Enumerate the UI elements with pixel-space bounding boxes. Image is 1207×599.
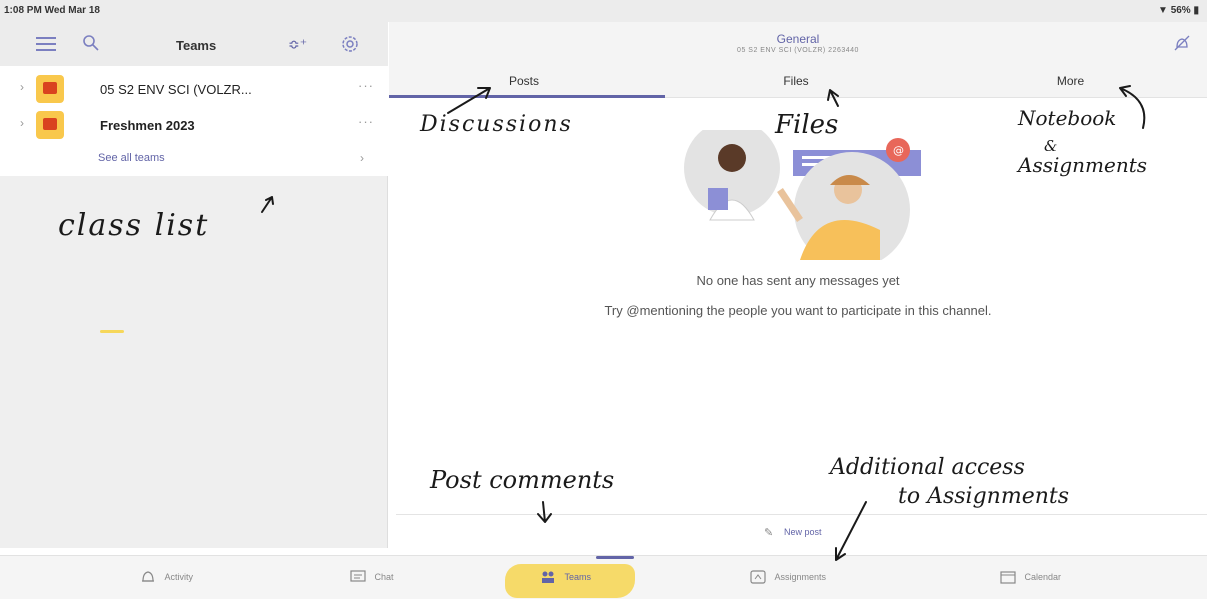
new-post-bar[interactable]: ✎ New post: [396, 514, 1207, 548]
nav-teams-label: Teams: [564, 572, 592, 582]
highlight-mark: [100, 330, 124, 333]
team-name[interactable]: 05 S2 ENV SCI (VOLZR...: [100, 82, 252, 97]
nav-calendar[interactable]: Calendar: [1000, 570, 1061, 590]
wifi-icon: ▼: [1158, 5, 1168, 16]
annotation-discussions: Discussions: [420, 112, 573, 137]
empty-state-title: No one has sent any messages yet: [696, 273, 900, 288]
channel-subtitle: 05 S2 ENV SCI (VOLZR) 2263440: [737, 47, 859, 54]
compose-icon[interactable]: ✎: [764, 526, 773, 539]
chevron-right-icon[interactable]: ›: [360, 151, 364, 165]
see-all-teams-link[interactable]: See all teams: [98, 152, 165, 164]
nav-activity[interactable]: Activity: [140, 570, 193, 590]
sidebar-header: Teams ≎⁺: [0, 22, 388, 66]
nav-assignments[interactable]: Assignments: [750, 570, 826, 590]
annotation-additional-access: Additional access: [830, 455, 1025, 480]
bottom-nav: Activity Chat Teams Assignments Calendar: [0, 555, 1207, 599]
assignments-icon: [750, 570, 766, 584]
sidebar-title: Teams: [176, 38, 217, 53]
chevron-right-icon[interactable]: ›: [20, 116, 24, 130]
nav-chat[interactable]: Chat: [350, 570, 394, 590]
sidebar: Teams ≎⁺ › 05 S2 ENV SCI (VOLZR... ··· ›…: [0, 22, 388, 548]
annotation-post-comments: Post comments: [430, 466, 615, 494]
nav-activity-label: Activity: [164, 572, 194, 582]
tab-files-label: Files: [783, 74, 809, 88]
active-nav-indicator: [596, 556, 634, 559]
svg-text:@: @: [893, 144, 904, 157]
tab-more-label: More: [1056, 74, 1085, 88]
battery-status: ▼ 56% ▮: [1158, 5, 1199, 16]
channel-tabs: Posts Files More: [389, 72, 1207, 98]
team-row-freshmen[interactable]: › Freshmen 2023 ···: [0, 106, 388, 142]
team-name[interactable]: Freshmen 2023: [100, 118, 195, 133]
tab-more[interactable]: More: [934, 72, 1207, 98]
annotation-files: Files: [775, 110, 839, 140]
annotation-assignments: Assignments: [1018, 153, 1148, 177]
annotation-notebook: Notebook: [1018, 106, 1117, 130]
calendar-icon: [1000, 571, 1016, 584]
tab-files[interactable]: Files: [661, 72, 931, 98]
hamburger-menu-icon[interactable]: [36, 37, 56, 51]
status-bar: 1:08 PM Wed Mar 18 ▼ 56% ▮: [0, 0, 1207, 22]
search-icon[interactable]: [82, 34, 100, 52]
team-list: › 05 S2 ENV SCI (VOLZR... ··· › Freshmen…: [0, 66, 388, 176]
status-time: 1:08 PM Wed Mar 18: [4, 5, 100, 16]
nav-calendar-label: Calendar: [1024, 572, 1062, 582]
add-team-icon[interactable]: ≎⁺: [288, 36, 307, 53]
nav-chat-label: Chat: [374, 572, 394, 582]
active-tab-indicator: [389, 95, 665, 98]
teams-icon: [542, 571, 554, 583]
nav-teams[interactable]: Teams: [540, 570, 591, 590]
empty-state-subtitle: Try @mentioning the people you want to p…: [604, 303, 992, 318]
tab-posts-label: Posts: [508, 74, 539, 88]
chevron-right-icon[interactable]: ›: [20, 80, 24, 94]
bell-icon: [142, 571, 154, 582]
annotation-class-list: class list: [58, 208, 210, 243]
chat-icon: [350, 570, 366, 582]
bell-off-icon[interactable]: [1173, 34, 1191, 52]
nav-assignments-label: Assignments: [774, 572, 827, 582]
team-row-env-sci[interactable]: › 05 S2 ENV SCI (VOLZR... ···: [0, 70, 388, 106]
channel-title[interactable]: General: [389, 32, 1207, 46]
channel-header: General 05 S2 ENV SCI (VOLZR) 2263440: [389, 22, 1207, 72]
annotation-to-assignments: to Assignments: [898, 484, 1070, 509]
more-options-icon[interactable]: ···: [358, 114, 374, 129]
battery-percent: 56%: [1170, 5, 1191, 16]
team-avatar: [36, 75, 64, 103]
more-options-icon[interactable]: ···: [358, 78, 374, 93]
battery-icon: ▮: [1193, 5, 1199, 16]
new-post-button[interactable]: New post: [784, 527, 822, 537]
settings-icon[interactable]: [340, 34, 360, 54]
team-avatar: [36, 111, 64, 139]
empty-state-illustration: @: [684, 130, 921, 260]
